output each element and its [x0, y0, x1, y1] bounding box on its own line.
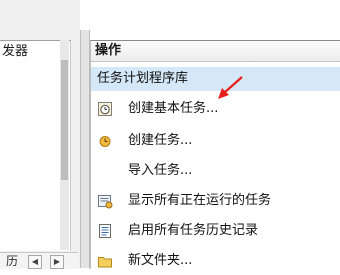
horizontal-scrollbar[interactable]: 历 ◀ ▶	[0, 252, 78, 269]
action-label: 创建基本任务...	[128, 101, 219, 116]
action-label: 显示所有正在运行的任务	[128, 193, 272, 208]
running-tasks-icon	[98, 195, 113, 209]
annotation-arrow-icon	[218, 76, 243, 99]
action-label: 新文件夹...	[128, 253, 193, 268]
action-display-running-tasks[interactable]: 显示所有正在运行的任务	[91, 187, 340, 215]
actions-title: 操作	[95, 43, 122, 58]
pane-splitter[interactable]	[80, 30, 90, 268]
create-basic-task-icon	[98, 102, 112, 116]
create-task-icon	[99, 136, 111, 147]
action-label: 导入任务...	[128, 163, 193, 178]
scrollbar-thumb[interactable]	[61, 60, 68, 180]
action-create-task[interactable]: 创建任务...	[91, 127, 340, 155]
action-label: 创建任务...	[128, 133, 193, 148]
section-title: 任务计划程序库	[97, 71, 189, 86]
action-new-folder[interactable]: 新文件夹...	[91, 247, 340, 275]
history-tab-label[interactable]: 历	[6, 253, 18, 269]
action-import-task[interactable]: 导入任务...	[91, 157, 340, 185]
task-history-icon	[99, 224, 111, 238]
action-enable-task-history[interactable]: 启用所有任务历史记录	[91, 217, 340, 245]
scroll-left-icon[interactable]: ◀	[28, 255, 42, 269]
actions-header: 操作	[91, 41, 340, 62]
folder-icon	[98, 257, 112, 268]
vertical-scrollbar[interactable]	[60, 40, 69, 250]
action-label: 启用所有任务历史记录	[128, 223, 259, 238]
scroll-right-icon[interactable]: ▶	[50, 255, 64, 269]
trigger-column-text: 发器	[2, 44, 29, 59]
